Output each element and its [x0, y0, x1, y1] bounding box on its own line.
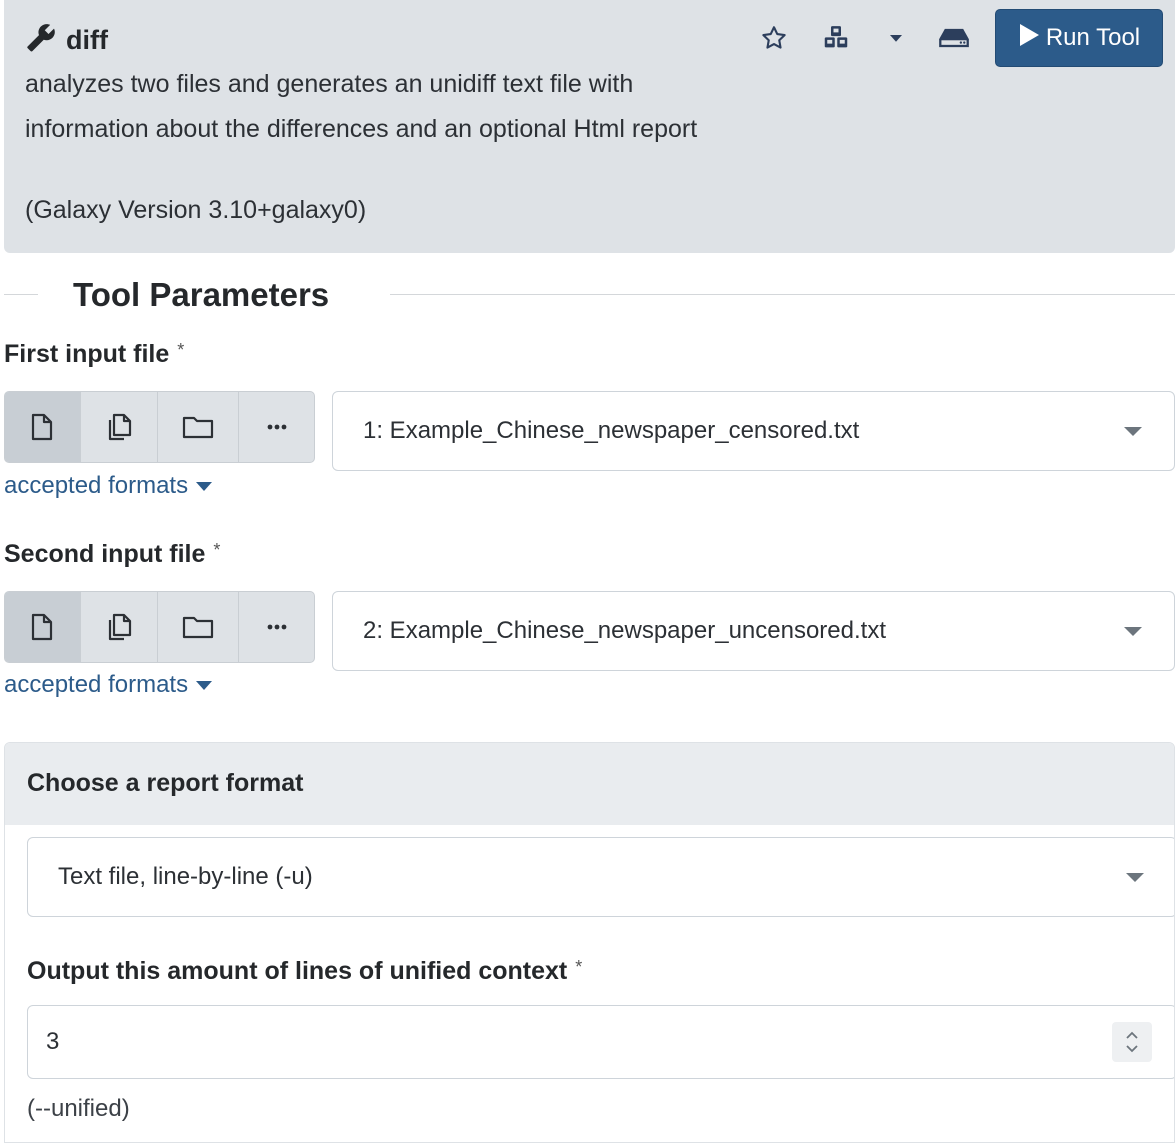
- second-input-label: Second input file *: [4, 540, 220, 569]
- caret-down-icon: [1126, 873, 1144, 882]
- file-icon: [32, 413, 53, 441]
- caret-down-icon: [196, 481, 213, 491]
- more-options-button[interactable]: [239, 592, 314, 662]
- caret-down-icon: [196, 680, 213, 690]
- report-format-header: Choose a report format: [5, 743, 1174, 825]
- star-icon[interactable]: [758, 22, 790, 54]
- wrench-icon: [26, 22, 56, 59]
- more-options-button[interactable]: [239, 392, 314, 462]
- play-icon: [1018, 23, 1040, 54]
- tool-name: diff: [66, 25, 108, 55]
- first-input-select[interactable]: 1: Example_Chinese_newspaper_censored.tx…: [332, 391, 1175, 471]
- second-input-selected: 2: Example_Chinese_newspaper_uncensored.…: [363, 617, 886, 644]
- unified-context-label: Output this amount of lines of unified c…: [27, 957, 582, 986]
- single-dataset-button[interactable]: [5, 392, 81, 462]
- unified-help-text: (--unified): [27, 1095, 130, 1122]
- required-mark: *: [177, 340, 185, 360]
- file-icon: [32, 613, 53, 641]
- multiple-datasets-button[interactable]: [81, 592, 159, 662]
- report-format-select[interactable]: Text file, line-by-line (-u): [27, 837, 1174, 917]
- files-icon: [108, 413, 131, 441]
- divider: [390, 294, 1175, 295]
- single-dataset-button[interactable]: [5, 592, 81, 662]
- accepted-formats-text: accepted formats: [4, 671, 189, 698]
- tool-title: diff: [26, 22, 108, 59]
- run-tool-button[interactable]: Run Tool: [995, 9, 1163, 67]
- divider: [4, 294, 38, 295]
- required-mark: *: [213, 540, 221, 560]
- cubes-icon[interactable]: [820, 22, 852, 54]
- collection-button[interactable]: [158, 392, 240, 462]
- report-format-heading: Choose a report format: [27, 769, 304, 797]
- second-input-select[interactable]: 2: Example_Chinese_newspaper_uncensored.…: [332, 591, 1175, 671]
- tool-version: (Galaxy Version 3.10+galaxy0): [25, 196, 367, 224]
- report-format-section: Choose a report format Text file, line-b…: [4, 742, 1175, 1143]
- accepted-formats-text: accepted formats: [4, 472, 189, 499]
- run-tool-label: Run Tool: [1045, 24, 1141, 51]
- caret-down-icon: [1124, 627, 1142, 636]
- number-spinner[interactable]: [1112, 1022, 1152, 1062]
- ellipsis-icon: [267, 424, 287, 430]
- second-accepted-formats-link[interactable]: accepted formats: [4, 671, 213, 699]
- caret-down-icon[interactable]: [880, 22, 912, 54]
- first-input-label-text: First input file: [4, 340, 170, 368]
- unified-context-value: 3: [46, 1028, 60, 1055]
- report-format-selected: Text file, line-by-line (-u): [58, 863, 313, 890]
- section-title: Tool Parameters: [73, 276, 330, 313]
- unified-context-input[interactable]: 3: [27, 1005, 1174, 1079]
- chevron-up-down-icon: [1126, 1031, 1138, 1053]
- hdd-icon[interactable]: [938, 22, 970, 54]
- tool-header: diff analyzes two files and generates an…: [4, 0, 1175, 253]
- multiple-datasets-button[interactable]: [81, 392, 159, 462]
- first-input-mode-group: [4, 391, 315, 463]
- tool-parameters-heading: Tool Parameters: [0, 270, 1175, 320]
- folder-icon: [183, 616, 214, 639]
- first-input-label: First input file *: [4, 340, 184, 369]
- files-icon: [108, 613, 131, 641]
- caret-down-icon: [1124, 427, 1142, 436]
- collection-button[interactable]: [158, 592, 240, 662]
- first-input-selected: 1: Example_Chinese_newspaper_censored.tx…: [363, 417, 860, 444]
- first-accepted-formats-link[interactable]: accepted formats: [4, 472, 213, 500]
- second-input-label-text: Second input file: [4, 540, 206, 568]
- folder-icon: [183, 416, 214, 439]
- tool-description: analyzes two files and generates an unid…: [25, 70, 698, 143]
- ellipsis-icon: [267, 624, 287, 630]
- required-mark: *: [575, 957, 583, 977]
- second-input-mode-group: [4, 591, 315, 663]
- unified-context-label-text: Output this amount of lines of unified c…: [27, 957, 568, 985]
